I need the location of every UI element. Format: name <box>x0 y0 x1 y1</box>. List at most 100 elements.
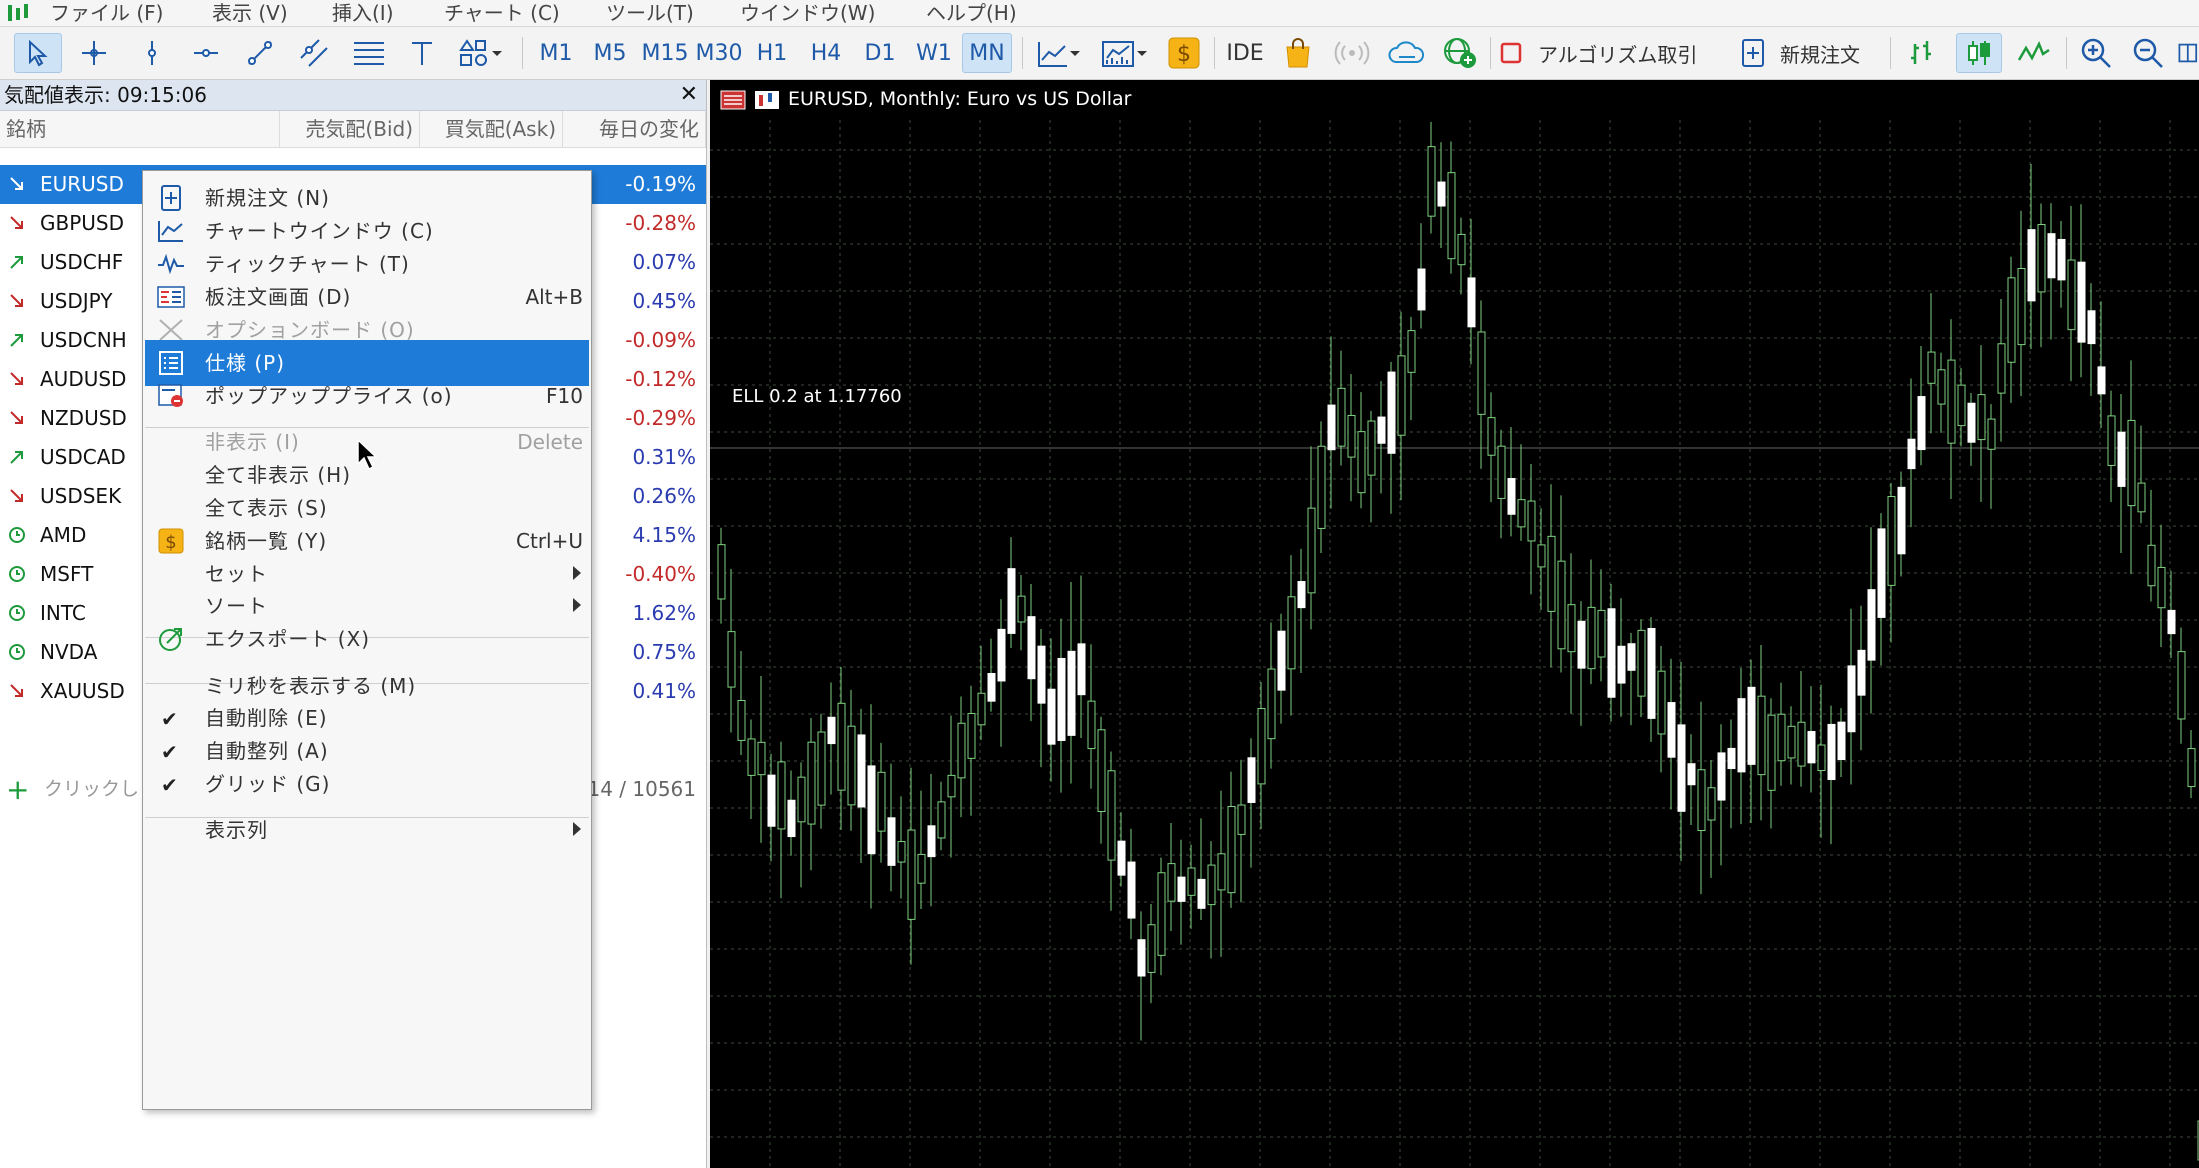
context-menu-item-17[interactable]: ✔ グリッド (G) <box>145 761 589 807</box>
candle-body <box>957 722 966 779</box>
candle-body <box>1417 268 1426 311</box>
candle-body <box>1357 431 1366 494</box>
timeframe-h4-button[interactable]: H4 <box>804 33 848 73</box>
bar-chart-button[interactable] <box>1900 33 1944 73</box>
horizontal-line-button[interactable] <box>184 33 228 73</box>
trendline-button[interactable] <box>238 33 282 73</box>
chart-type-button[interactable] <box>1032 33 1088 73</box>
menu-tools[interactable]: ツール(T) <box>606 1 694 25</box>
trade-panel-icon[interactable] <box>720 90 746 110</box>
symbol-name: MSFT <box>40 562 94 586</box>
ide-button[interactable]: IDE <box>1222 33 1268 73</box>
candle-body <box>1877 528 1886 618</box>
chart-title-bar: EURUSD, Monthly: Euro vs US Dollar <box>720 86 1131 112</box>
dollar-icon: $ <box>1168 37 1200 69</box>
checkmark-icon: ✔ <box>161 773 178 797</box>
candle-body <box>1537 544 1546 568</box>
column-header-daily-change[interactable]: 毎日の変化 <box>563 111 706 147</box>
line-chart-icon <box>2017 40 2050 61</box>
submenu-arrow-icon <box>573 598 581 612</box>
menu-help[interactable]: ヘルプ(H) <box>926 1 1017 25</box>
timeframe-h1-button[interactable]: H1 <box>750 33 794 73</box>
arrow-down-icon <box>10 177 23 190</box>
candle-body <box>1467 277 1476 328</box>
candle-body <box>1997 343 2006 394</box>
close-icon[interactable]: ✕ <box>680 82 698 108</box>
candle-body <box>767 774 776 827</box>
candle-body <box>1787 725 1796 759</box>
session-clock-icon <box>9 605 25 621</box>
candle-body <box>1617 645 1626 684</box>
candle-body <box>1437 181 1446 207</box>
symbol-name: AUDUSD <box>40 367 127 391</box>
candle-body <box>2027 229 2036 302</box>
tile-windows-icon <box>2178 43 2198 63</box>
add-account-button[interactable] <box>1438 33 1482 73</box>
vertical-line-button[interactable] <box>130 33 174 73</box>
menu-file[interactable]: ファイル (F) <box>50 1 163 25</box>
zoom-out-icon <box>2133 38 2163 68</box>
channel-button[interactable] <box>292 33 336 73</box>
timeframe-m1-button[interactable]: M1 <box>534 33 578 73</box>
text-tool-button[interactable] <box>402 33 442 73</box>
candlestick-chart[interactable] <box>710 80 2199 1168</box>
timeframe-d1-button[interactable]: D1 <box>858 33 902 73</box>
zoom-out-button[interactable] <box>2126 33 2170 73</box>
timeframe-m15-button[interactable]: M15 <box>640 33 690 73</box>
vps-button[interactable] <box>1384 33 1428 73</box>
candle-body <box>1627 643 1636 671</box>
timeframe-mn-button[interactable]: MN <box>962 33 1012 73</box>
algo-trading-button[interactable]: アルゴリズム取引 <box>1498 33 1728 73</box>
trading-button[interactable]: $ <box>1164 33 1204 73</box>
line-chart-button[interactable] <box>2012 33 2056 73</box>
timeframe-w1-button[interactable]: W1 <box>912 33 956 73</box>
timeframe-m5-button[interactable]: M5 <box>588 33 632 73</box>
chart-window[interactable]: EURUSD, Monthly: Euro vs US Dollar ELL 0… <box>710 80 2199 1168</box>
candle-body <box>987 673 996 702</box>
symbol-name: USDCNH <box>40 328 127 352</box>
new-order-icon <box>1742 39 1764 67</box>
line-chart-icon <box>1038 42 1080 67</box>
context-menu-item-6[interactable]: ポップアッププライス (o) F10 <box>145 373 589 419</box>
candle-body <box>1147 924 1156 973</box>
market-button[interactable] <box>1276 33 1320 73</box>
popup-prices-icon <box>158 384 183 407</box>
cursor-tool-button[interactable] <box>14 33 62 73</box>
menu-view[interactable]: 表示 (V) <box>212 1 288 25</box>
arrow-down-icon <box>10 489 23 502</box>
candle-body <box>1137 939 1146 977</box>
crosshair-button[interactable] <box>72 33 116 73</box>
candlestick-button[interactable] <box>1956 33 2002 73</box>
menu-chart[interactable]: チャート (C) <box>444 1 560 25</box>
context-menu-item-13[interactable]: エクスポート (X) <box>145 616 589 662</box>
session-clock-icon <box>9 644 25 660</box>
indicators-icon <box>1102 41 1147 67</box>
candle-body <box>1897 486 1906 555</box>
candle-body <box>1037 645 1046 704</box>
plus-icon: + <box>6 773 30 806</box>
candle-body <box>2087 310 2096 345</box>
context-menu-item-18[interactable]: 表示列 <box>145 807 589 853</box>
arrow-down-icon <box>10 216 23 229</box>
trendline-icon <box>248 41 272 65</box>
tile-windows-button[interactable] <box>2178 33 2199 73</box>
shapes-button[interactable] <box>452 33 512 73</box>
candle-body <box>1007 568 1016 634</box>
candle-body <box>2117 431 2126 487</box>
column-header-bid[interactable]: 売気配(Bid) <box>280 111 420 147</box>
signals-button[interactable] <box>1330 33 1374 73</box>
zoom-in-button[interactable] <box>2074 33 2118 73</box>
new-order-button[interactable]: 新規注文 <box>1740 33 1880 73</box>
column-header-ask[interactable]: 買気配(Ask) <box>420 111 563 147</box>
column-header-symbol[interactable]: 銘柄 <box>0 111 280 147</box>
menu-insert[interactable]: 挿入(I) <box>332 1 394 25</box>
indicators-button[interactable] <box>1096 33 1154 73</box>
candle-body <box>1307 507 1316 594</box>
candle-body <box>717 544 726 600</box>
fibonacci-button[interactable] <box>346 33 392 73</box>
candle-body <box>797 776 806 823</box>
timeframe-m30-button[interactable]: M30 <box>694 33 744 73</box>
menu-window[interactable]: ウインドウ(W) <box>740 1 875 25</box>
candle-body <box>1717 752 1726 801</box>
menu-item-label: エクスポート (X) <box>205 627 371 651</box>
